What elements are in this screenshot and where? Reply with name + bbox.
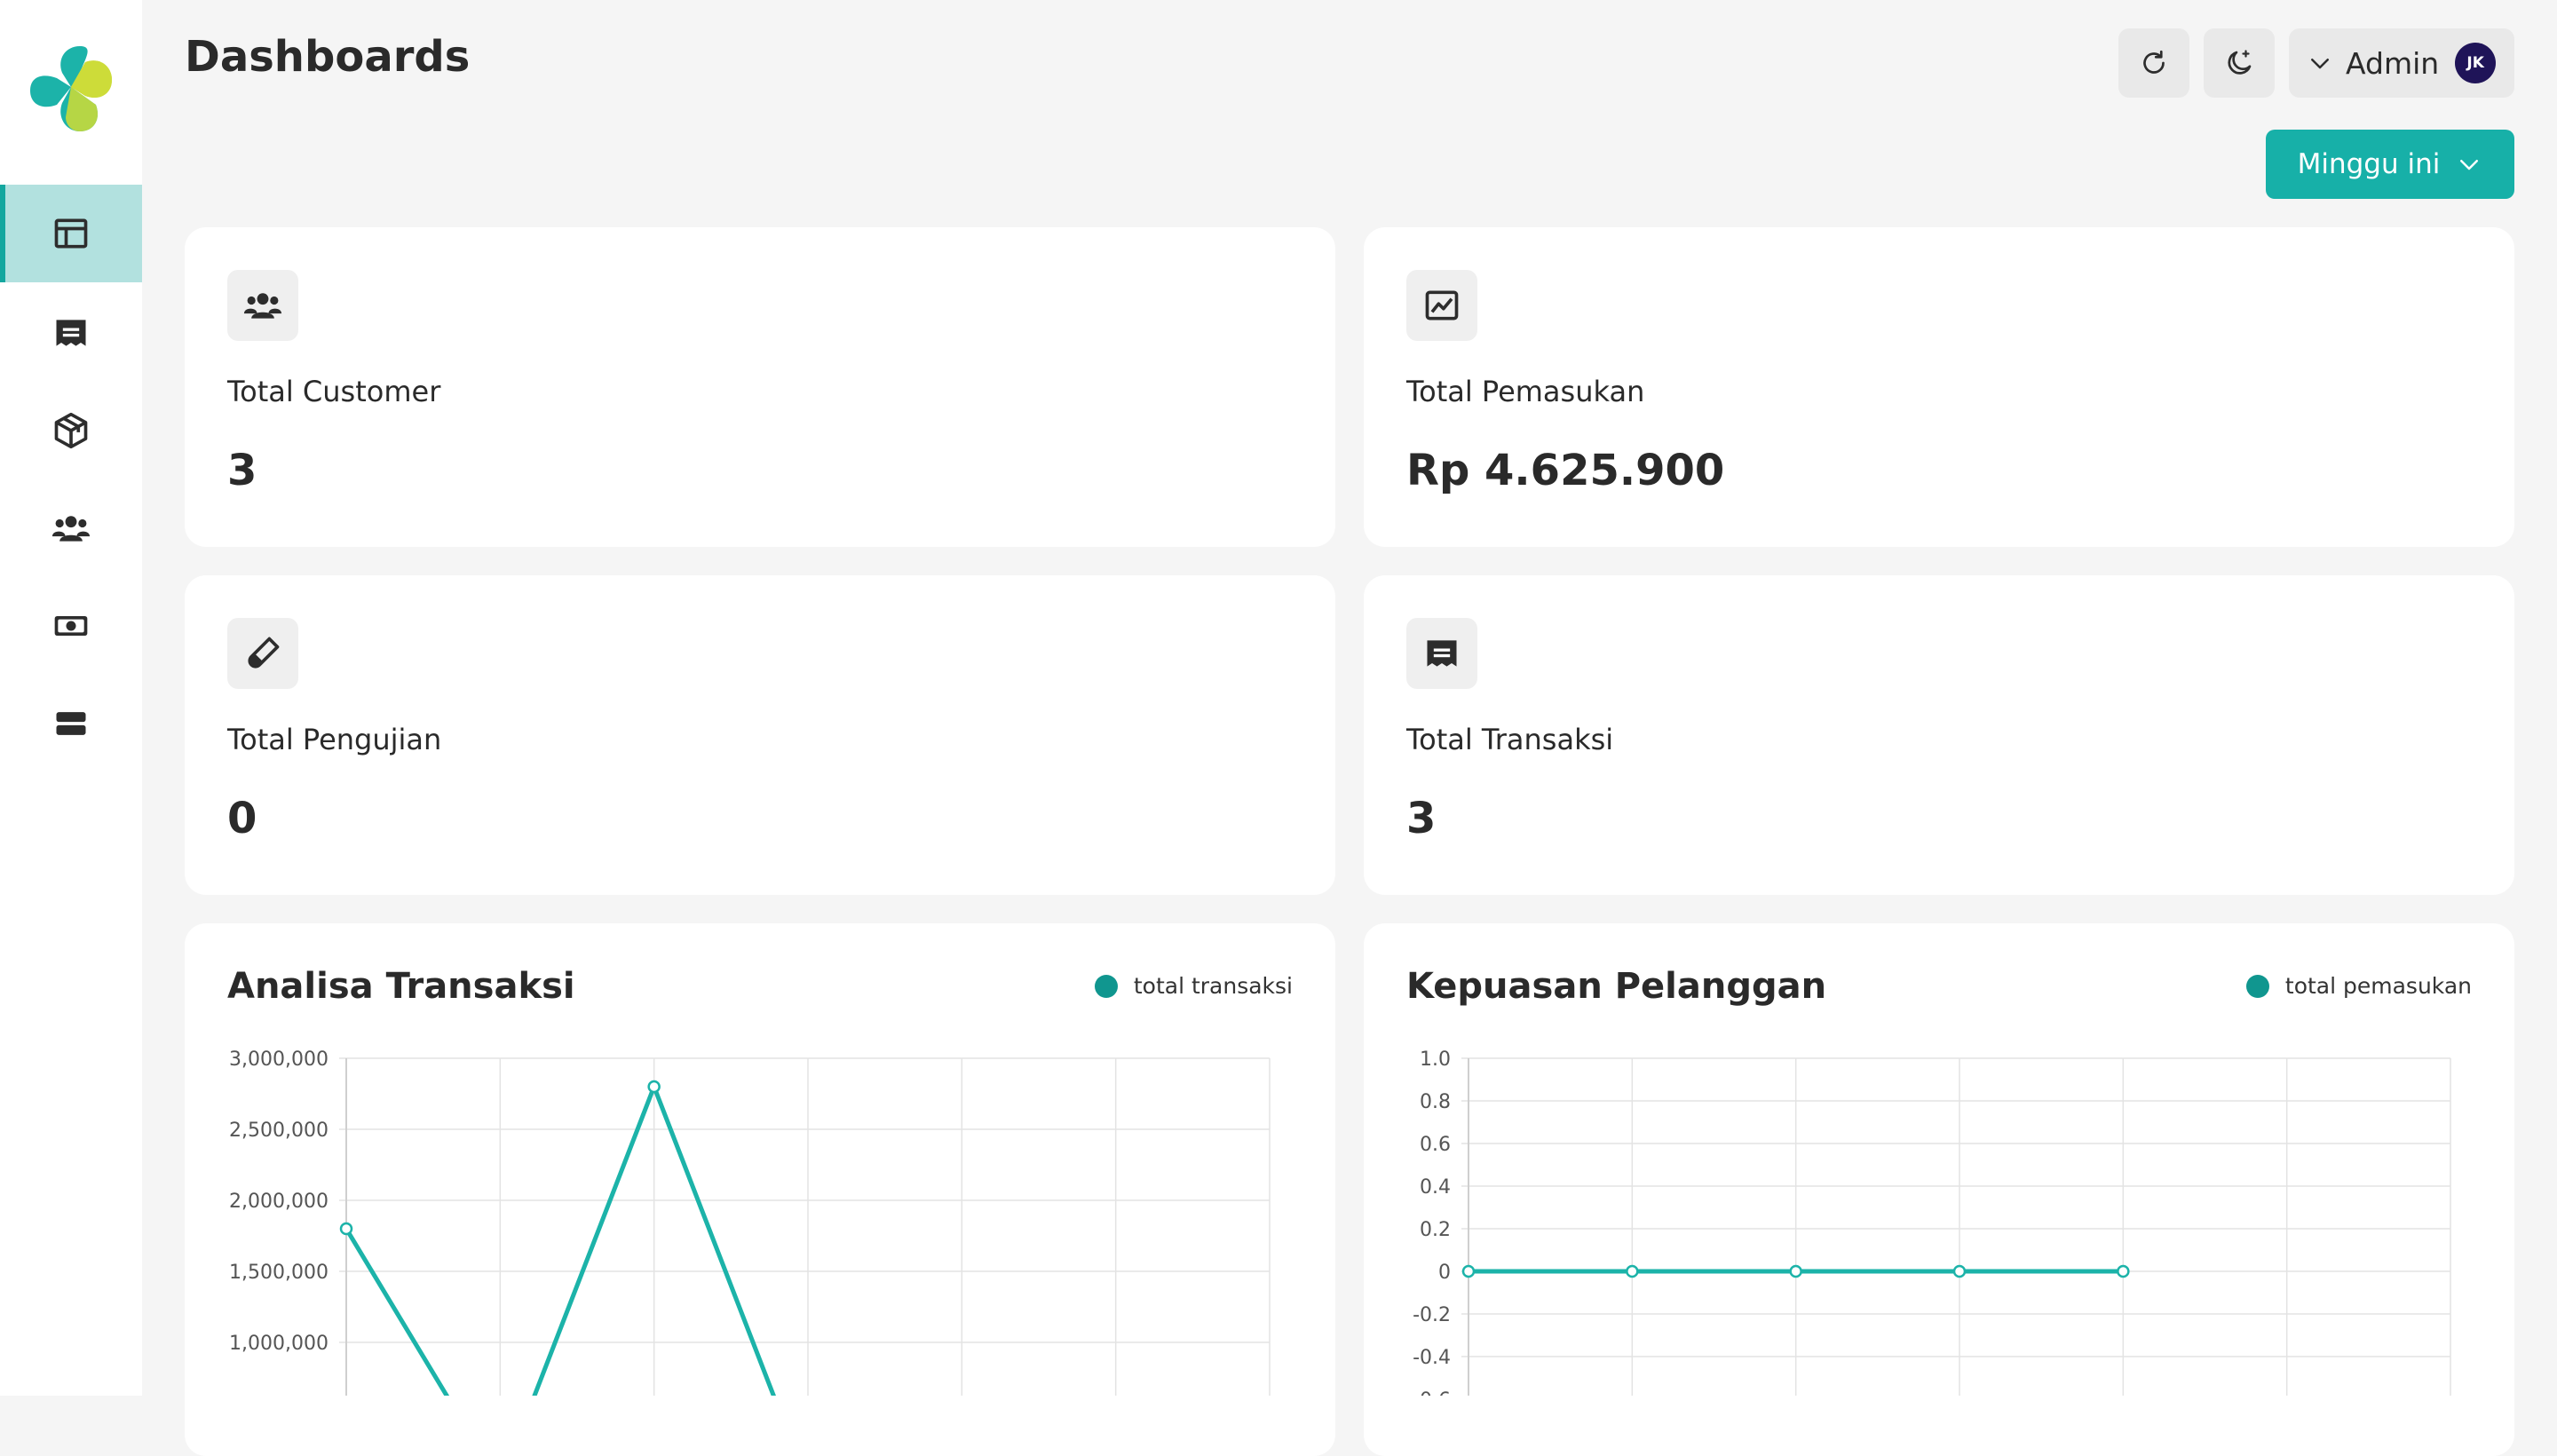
y-tick-label: 3,000,000 xyxy=(229,1048,329,1071)
stat-card-tests: Total Pengujian 0 xyxy=(185,575,1335,895)
data-point xyxy=(1789,1264,1802,1278)
avatar: JK xyxy=(2455,43,2497,83)
chart-card-kepuasan: Kepuasan Pelanggan total pemasukan 1.0 0.… xyxy=(1364,923,2514,1456)
data-point xyxy=(339,1222,353,1236)
y-tick-label: 1,000,000 xyxy=(229,1333,329,1355)
money-icon xyxy=(54,616,88,636)
y-tick-label: -0.4 xyxy=(1413,1347,1451,1369)
data-point xyxy=(647,1080,661,1094)
stat-card-transactions: Total Transaksi 3 xyxy=(1364,575,2514,895)
receipt-icon xyxy=(56,320,86,346)
stat-card-income: Total Pemasukan Rp 4.625.900 xyxy=(1364,227,2514,547)
y-tick-label: 0.6 xyxy=(1420,1134,1451,1156)
y-tick-label: 1.0 xyxy=(1420,1048,1451,1071)
nav-transactions[interactable] xyxy=(0,284,142,382)
nav-database[interactable] xyxy=(0,675,142,772)
app-logo xyxy=(30,46,112,131)
y-tick-label: 2,500,000 xyxy=(229,1120,329,1142)
period-label: Minggu ini xyxy=(2297,148,2441,180)
stat-icon-box xyxy=(227,270,298,341)
y-tick-label: 0.4 xyxy=(1420,1176,1451,1199)
chevron-down-icon xyxy=(2311,59,2329,69)
stat-icon-box xyxy=(1406,618,1477,689)
data-point xyxy=(1626,1264,1639,1278)
stat-label: Total Pemasukan xyxy=(1406,375,1645,408)
y-tick-label: -0.2 xyxy=(1413,1304,1451,1326)
data-point xyxy=(1461,1264,1476,1278)
data-point xyxy=(2117,1264,2130,1278)
refresh-button[interactable] xyxy=(2118,28,2189,98)
user-menu-button[interactable]: Admin JK xyxy=(2289,28,2514,98)
stat-icon-box xyxy=(1406,270,1477,341)
chart-card-analisa: Analisa Transaksi total transaksi 3,000,… xyxy=(185,923,1335,1456)
moon-icon xyxy=(2228,50,2252,75)
period-dropdown[interactable]: Minggu ini xyxy=(2266,130,2514,199)
package-icon xyxy=(54,412,88,449)
theme-toggle-button[interactable] xyxy=(2204,28,2275,98)
data-point xyxy=(1952,1264,1967,1278)
nav-products[interactable] xyxy=(0,382,142,479)
stat-card-customer: Total Customer 3 xyxy=(185,227,1335,547)
stat-value: 0 xyxy=(227,794,257,843)
stat-label: Total Customer xyxy=(227,375,441,408)
stat-value: 3 xyxy=(227,446,257,495)
chevron-down-icon xyxy=(2460,160,2479,170)
y-tick-label: 0.2 xyxy=(1420,1219,1451,1241)
refresh-icon xyxy=(2143,50,2165,74)
users-icon xyxy=(243,293,282,319)
series-line xyxy=(344,1084,776,1396)
user-name: Admin xyxy=(2346,45,2440,81)
dashboard-icon xyxy=(54,218,88,249)
y-tick-label: 1,500,000 xyxy=(229,1262,329,1284)
stat-value: 3 xyxy=(1406,794,1437,843)
receipt-icon xyxy=(1427,640,1457,667)
stat-label: Total Transaksi xyxy=(1406,723,1614,756)
y-tick-label: 2,000,000 xyxy=(229,1191,329,1213)
users-icon xyxy=(51,516,91,542)
y-tick-label: 0 xyxy=(1438,1262,1451,1284)
test-tube-icon xyxy=(248,637,280,669)
y-tick-label: -0.6 xyxy=(1413,1389,1451,1396)
stat-label: Total Pengujian xyxy=(227,723,442,756)
chart-line-icon xyxy=(1425,290,1459,320)
sidebar xyxy=(0,0,142,1396)
server-icon xyxy=(56,712,86,735)
satisfaction-line-chart: 1.0 0.8 0.6 0.4 0.2 0 -0.2 -0.4 -0.6 xyxy=(1413,1048,2451,1396)
y-tick-label: 0.8 xyxy=(1420,1091,1451,1113)
nav-dashboard[interactable] xyxy=(0,185,142,282)
stat-value: Rp 4.625.900 xyxy=(1406,446,1725,495)
transaction-line-chart: 3,000,000 2,500,000 2,000,000 1,500,000 1,00… xyxy=(229,1048,1271,1396)
page-title: Dashboards xyxy=(185,32,471,82)
nav-payments[interactable] xyxy=(0,577,142,675)
nav-customers[interactable] xyxy=(0,479,142,577)
stat-icon-box xyxy=(227,618,298,689)
